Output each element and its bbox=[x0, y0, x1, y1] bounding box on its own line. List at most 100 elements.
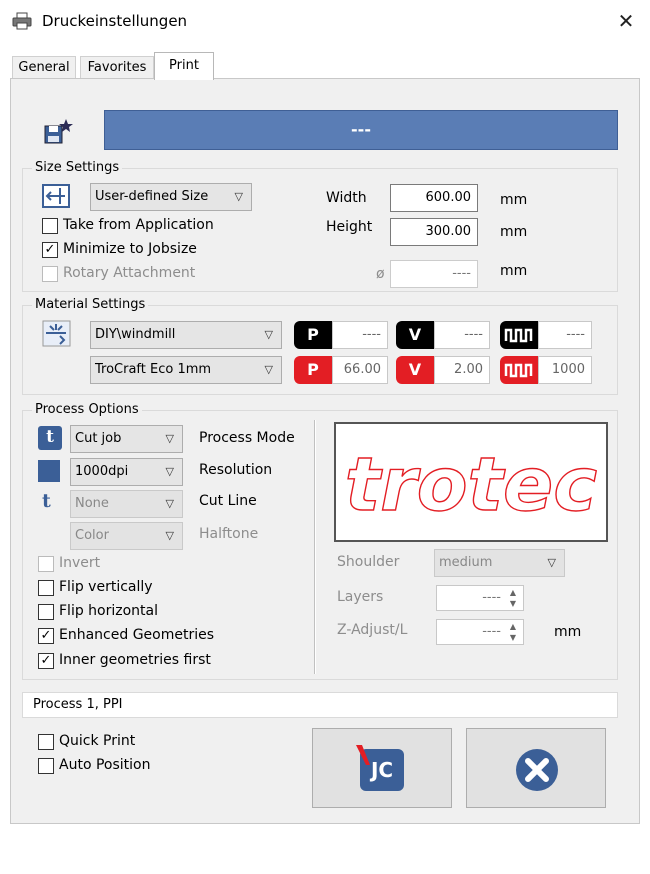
power-field-2[interactable]: 66.00 bbox=[332, 356, 388, 384]
z-adjust-value: ---- bbox=[482, 624, 501, 639]
rotary-attachment-checkbox[interactable] bbox=[42, 266, 58, 282]
layers-label: Layers bbox=[337, 589, 384, 605]
resolution-value: 1000dpi bbox=[75, 464, 129, 479]
layers-spinner[interactable]: ---- ▲ ▼ bbox=[436, 585, 524, 611]
chevron-down-icon: ▽ bbox=[234, 190, 243, 203]
window-title: Druckeinstellungen bbox=[42, 12, 188, 30]
save-favorite-button[interactable] bbox=[42, 118, 74, 146]
enhanced-geometries-checkbox[interactable]: ✓ bbox=[38, 628, 54, 644]
trotec-logo-text: trotec bbox=[345, 442, 597, 528]
z-adjust-unit: mm bbox=[554, 624, 582, 640]
diameter-input[interactable]: ---- bbox=[390, 260, 478, 288]
z-adjust-spinner[interactable]: ---- ▲ ▼ bbox=[436, 619, 524, 645]
size-mode-value: User-defined Size bbox=[95, 189, 209, 204]
process-mode-label: Process Mode bbox=[199, 430, 295, 446]
save-favorite-icon bbox=[44, 119, 73, 144]
diameter-symbol: ø bbox=[376, 266, 385, 282]
height-unit: mm bbox=[500, 224, 528, 240]
shoulder-label: Shoulder bbox=[337, 554, 400, 570]
frequency-field-1[interactable]: ---- bbox=[538, 321, 592, 349]
frequency-icon bbox=[500, 356, 538, 384]
close-button[interactable]: ✕ bbox=[604, 6, 648, 36]
resolution-select[interactable]: 1000dpi ▽ bbox=[70, 458, 183, 486]
spin-up-icon[interactable]: ▲ bbox=[505, 587, 521, 598]
preview-divider bbox=[314, 420, 316, 674]
close-icon: ✕ bbox=[617, 9, 635, 33]
shoulder-value: medium bbox=[439, 555, 493, 570]
printer-icon bbox=[12, 12, 32, 30]
send-to-jobcontrol-button[interactable]: JC bbox=[312, 728, 452, 808]
flip-vertically-label: Flip vertically bbox=[59, 579, 153, 595]
power-icon: P bbox=[294, 321, 332, 349]
tab-favorites[interactable]: Favorites bbox=[80, 56, 154, 80]
material-value: TroCraft Eco 1mm bbox=[95, 362, 212, 377]
velocity-icon: V bbox=[396, 356, 434, 384]
tab-general[interactable]: General bbox=[12, 56, 76, 80]
quick-print-checkbox[interactable] bbox=[38, 734, 54, 750]
material-select[interactable]: TroCraft Eco 1mm ▽ bbox=[90, 356, 282, 384]
power-field-1[interactable]: ---- bbox=[332, 321, 388, 349]
size-mode-icon bbox=[42, 184, 72, 210]
invert-label: Invert bbox=[59, 555, 101, 571]
halftone-label: Halftone bbox=[199, 526, 259, 542]
shoulder-select[interactable]: medium ▽ bbox=[434, 549, 565, 577]
auto-position-checkbox[interactable] bbox=[38, 758, 54, 774]
material-group-value: DIY\windmill bbox=[95, 327, 176, 342]
trotec-logo-preview: trotec bbox=[344, 441, 598, 528]
chevron-down-icon: ▽ bbox=[165, 465, 174, 478]
material-icon bbox=[42, 320, 72, 348]
spin-down-icon[interactable]: ▼ bbox=[505, 632, 521, 643]
preview-box: trotec bbox=[334, 422, 608, 542]
jobcontrol-icon: JC bbox=[356, 745, 404, 791]
halftone-value: Color bbox=[75, 528, 109, 543]
spin-up-icon[interactable]: ▲ bbox=[505, 621, 521, 632]
chevron-down-icon: ▽ bbox=[165, 497, 174, 510]
velocity-field-1[interactable]: ---- bbox=[434, 321, 490, 349]
height-input[interactable]: 300.00 bbox=[390, 218, 478, 246]
layers-value: ---- bbox=[482, 590, 501, 605]
flip-horizontal-label: Flip horizontal bbox=[59, 603, 158, 619]
invert-checkbox[interactable] bbox=[38, 556, 54, 572]
velocity-field-2[interactable]: 2.00 bbox=[434, 356, 490, 384]
frequency-field-2[interactable]: 1000 bbox=[538, 356, 592, 384]
minimize-jobsize-checkbox[interactable]: ✓ bbox=[42, 242, 58, 258]
auto-position-label: Auto Position bbox=[59, 757, 151, 773]
take-from-application-checkbox[interactable] bbox=[42, 218, 58, 234]
halftone-select[interactable]: Color ▽ bbox=[70, 522, 183, 550]
rotary-attachment-label: Rotary Attachment bbox=[63, 265, 196, 281]
resolution-icon bbox=[38, 460, 60, 482]
velocity-icon: V bbox=[396, 321, 434, 349]
size-settings-title: Size Settings bbox=[32, 160, 123, 175]
width-input[interactable]: 600.00 bbox=[390, 184, 478, 212]
take-from-application-label: Take from Application bbox=[63, 217, 214, 233]
flip-vertically-checkbox[interactable] bbox=[38, 580, 54, 596]
jobcontrol-icon-text: JC bbox=[370, 758, 394, 782]
cut-line-label: Cut Line bbox=[199, 493, 257, 509]
resolution-label: Resolution bbox=[199, 462, 273, 478]
power-icon: P bbox=[294, 356, 332, 384]
inner-geometries-first-checkbox[interactable]: ✓ bbox=[38, 653, 54, 669]
flip-horizontal-checkbox[interactable] bbox=[38, 604, 54, 620]
cancel-button[interactable] bbox=[466, 728, 606, 808]
inner-geometries-first-label: Inner geometries first bbox=[59, 652, 211, 668]
material-group-select[interactable]: DIY\windmill ▽ bbox=[90, 321, 282, 349]
cut-line-select[interactable]: None ▽ bbox=[70, 490, 183, 518]
spin-down-icon[interactable]: ▼ bbox=[505, 598, 521, 609]
title-bar: Druckeinstellungen ✕ bbox=[0, 0, 650, 42]
process-mode-icon: t bbox=[38, 426, 62, 450]
tab-print[interactable]: Print bbox=[154, 52, 214, 80]
cancel-icon bbox=[516, 749, 558, 791]
size-mode-select[interactable]: User-defined Size ▽ bbox=[90, 183, 252, 211]
jobcontrol-red-mark bbox=[356, 745, 370, 765]
z-adjust-label: Z-Adjust/L bbox=[337, 622, 408, 638]
chevron-down-icon: ▽ bbox=[165, 529, 174, 542]
process-mode-select[interactable]: Cut job ▽ bbox=[70, 425, 183, 453]
process-options-title: Process Options bbox=[32, 402, 142, 417]
job-name-bar[interactable]: --- bbox=[104, 110, 618, 150]
enhanced-geometries-label: Enhanced Geometries bbox=[59, 627, 215, 643]
quick-print-label: Quick Print bbox=[59, 733, 136, 749]
cut-line-icon: t bbox=[42, 490, 51, 512]
height-label: Height bbox=[326, 219, 373, 235]
chevron-down-icon: ▽ bbox=[264, 363, 273, 376]
chevron-down-icon: ▽ bbox=[547, 556, 556, 569]
